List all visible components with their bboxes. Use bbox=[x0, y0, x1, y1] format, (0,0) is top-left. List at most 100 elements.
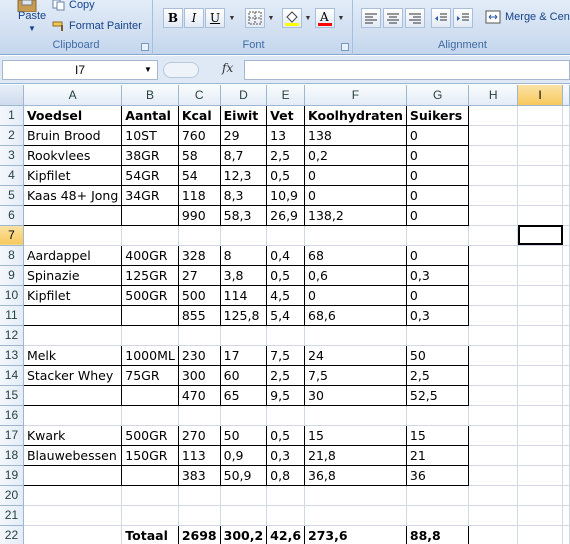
format-painter-button[interactable]: Format Painter bbox=[52, 18, 142, 34]
cell-a4[interactable]: Kipfilet bbox=[22, 165, 123, 186]
cell-i21[interactable] bbox=[517, 505, 563, 526]
cell-c3[interactable]: 58 bbox=[178, 145, 221, 166]
cell-g10[interactable]: 0 bbox=[406, 285, 470, 306]
cell-e9[interactable]: 0,5 bbox=[266, 265, 306, 286]
cell-h10[interactable] bbox=[468, 285, 519, 306]
cell-a16[interactable] bbox=[23, 405, 123, 426]
cell-overflow[interactable] bbox=[562, 105, 570, 126]
cell-overflow[interactable] bbox=[562, 345, 570, 366]
cell-a9[interactable]: Spinazie bbox=[22, 265, 123, 286]
column-header-overflow[interactable] bbox=[562, 85, 570, 106]
row-header-3[interactable]: 3 bbox=[0, 145, 24, 166]
cell-a2[interactable]: Bruin Brood bbox=[22, 125, 123, 146]
cell-c14[interactable]: 300 bbox=[178, 365, 221, 386]
cell-e3[interactable]: 2,5 bbox=[266, 145, 306, 166]
cell-b10[interactable]: 500GR bbox=[121, 285, 179, 306]
cell-e15[interactable]: 9,5 bbox=[266, 385, 306, 406]
cell-d21[interactable] bbox=[220, 505, 268, 526]
cell-i4[interactable] bbox=[517, 165, 563, 186]
cell-a14[interactable]: Stacker Whey bbox=[22, 365, 123, 386]
cell-b3[interactable]: 38GR bbox=[121, 145, 179, 166]
cell-g2[interactable]: 0 bbox=[406, 125, 470, 146]
cell-c12[interactable] bbox=[178, 325, 221, 346]
increase-indent-button[interactable] bbox=[453, 8, 473, 28]
row-header-9[interactable]: 9 bbox=[0, 265, 24, 286]
cell-c2[interactable]: 760 bbox=[178, 125, 221, 146]
cell-e7[interactable] bbox=[266, 225, 306, 246]
cell-c15[interactable]: 470 bbox=[178, 385, 221, 406]
cell-b8[interactable]: 400GR bbox=[121, 244, 179, 266]
cell-h7[interactable] bbox=[468, 225, 519, 246]
select-all-corner[interactable] bbox=[0, 85, 24, 106]
font-color-button[interactable]: A bbox=[315, 8, 335, 28]
cell-b12[interactable] bbox=[121, 325, 179, 346]
cell-b2[interactable]: 10ST bbox=[121, 125, 179, 146]
column-header-d[interactable]: D bbox=[220, 85, 268, 106]
cell-i2[interactable] bbox=[517, 125, 563, 146]
cell-d17[interactable]: 50 bbox=[220, 424, 268, 446]
cell-e6[interactable]: 26,9 bbox=[266, 205, 306, 226]
cell-h11[interactable] bbox=[468, 305, 519, 326]
cell-d14[interactable]: 60 bbox=[220, 365, 268, 386]
cell-overflow[interactable] bbox=[562, 325, 570, 346]
row-header-8[interactable]: 8 bbox=[0, 245, 24, 266]
cell-overflow[interactable] bbox=[562, 185, 570, 206]
copy-button[interactable]: Copy bbox=[52, 0, 95, 13]
cell-d3[interactable]: 8,7 bbox=[220, 145, 268, 166]
cell-g14[interactable]: 2,5 bbox=[406, 365, 470, 386]
merge-center-button[interactable]: Merge & Cen bbox=[485, 10, 570, 24]
cell-i16[interactable] bbox=[517, 405, 563, 426]
cell-a19[interactable] bbox=[22, 465, 123, 486]
cell-a13[interactable]: Melk bbox=[22, 344, 123, 366]
cell-d7[interactable] bbox=[220, 225, 268, 246]
row-header-20[interactable]: 20 bbox=[0, 485, 24, 506]
cell-c13[interactable]: 230 bbox=[178, 344, 221, 366]
cell-c18[interactable]: 113 bbox=[178, 445, 221, 466]
cell-b21[interactable] bbox=[121, 505, 179, 526]
formula-bar-expand-handle[interactable] bbox=[163, 62, 199, 78]
row-header-2[interactable]: 2 bbox=[0, 125, 24, 146]
font-color-dropdown[interactable]: ▼ bbox=[337, 8, 345, 28]
cell-g1[interactable]: Suikers bbox=[406, 104, 470, 126]
cell-f11[interactable]: 68,6 bbox=[304, 305, 407, 326]
fill-color-button[interactable] bbox=[282, 8, 302, 28]
fill-color-dropdown[interactable]: ▼ bbox=[304, 8, 312, 28]
align-center-button[interactable] bbox=[383, 8, 403, 28]
cell-a7[interactable] bbox=[23, 225, 123, 246]
row-header-15[interactable]: 15 bbox=[0, 385, 24, 406]
cell-c11[interactable]: 855 bbox=[178, 305, 221, 326]
cell-g8[interactable]: 0 bbox=[406, 244, 470, 266]
cell-d10[interactable]: 114 bbox=[220, 285, 268, 306]
cell-f20[interactable] bbox=[304, 485, 407, 506]
cell-f7[interactable] bbox=[304, 225, 407, 246]
cell-h5[interactable] bbox=[468, 185, 519, 206]
cell-c20[interactable] bbox=[178, 485, 221, 506]
cell-overflow[interactable] bbox=[562, 205, 570, 226]
cell-b14[interactable]: 75GR bbox=[121, 365, 179, 386]
row-header-5[interactable]: 5 bbox=[0, 185, 24, 206]
cell-overflow[interactable] bbox=[562, 485, 570, 506]
row-header-7[interactable]: 7 bbox=[0, 225, 24, 246]
font-dialog-launcher[interactable] bbox=[341, 43, 349, 51]
chevron-down-icon[interactable]: ▼ bbox=[28, 24, 36, 33]
underline-dropdown[interactable]: ▼ bbox=[228, 8, 236, 28]
cell-d22[interactable]: 300,2 bbox=[220, 524, 268, 544]
cell-a21[interactable] bbox=[23, 505, 123, 526]
cell-g15[interactable]: 52,5 bbox=[406, 385, 470, 406]
column-header-e[interactable]: E bbox=[266, 85, 306, 106]
formula-input[interactable] bbox=[244, 60, 570, 80]
cell-f16[interactable] bbox=[304, 405, 407, 426]
cell-i14[interactable] bbox=[517, 365, 563, 386]
cell-g18[interactable]: 21 bbox=[406, 445, 470, 466]
cell-i6[interactable] bbox=[517, 205, 563, 226]
column-header-c[interactable]: C bbox=[178, 85, 221, 106]
row-header-6[interactable]: 6 bbox=[0, 205, 24, 226]
clipboard-dialog-launcher[interactable] bbox=[141, 43, 149, 51]
cell-g16[interactable] bbox=[406, 405, 470, 426]
cell-h3[interactable] bbox=[468, 145, 519, 166]
cell-b4[interactable]: 54GR bbox=[121, 165, 179, 186]
cell-a3[interactable]: Rookvlees bbox=[22, 145, 123, 166]
cell-b22[interactable]: Totaal bbox=[121, 524, 179, 544]
cell-h16[interactable] bbox=[468, 405, 519, 426]
cell-e18[interactable]: 0,3 bbox=[266, 445, 306, 466]
